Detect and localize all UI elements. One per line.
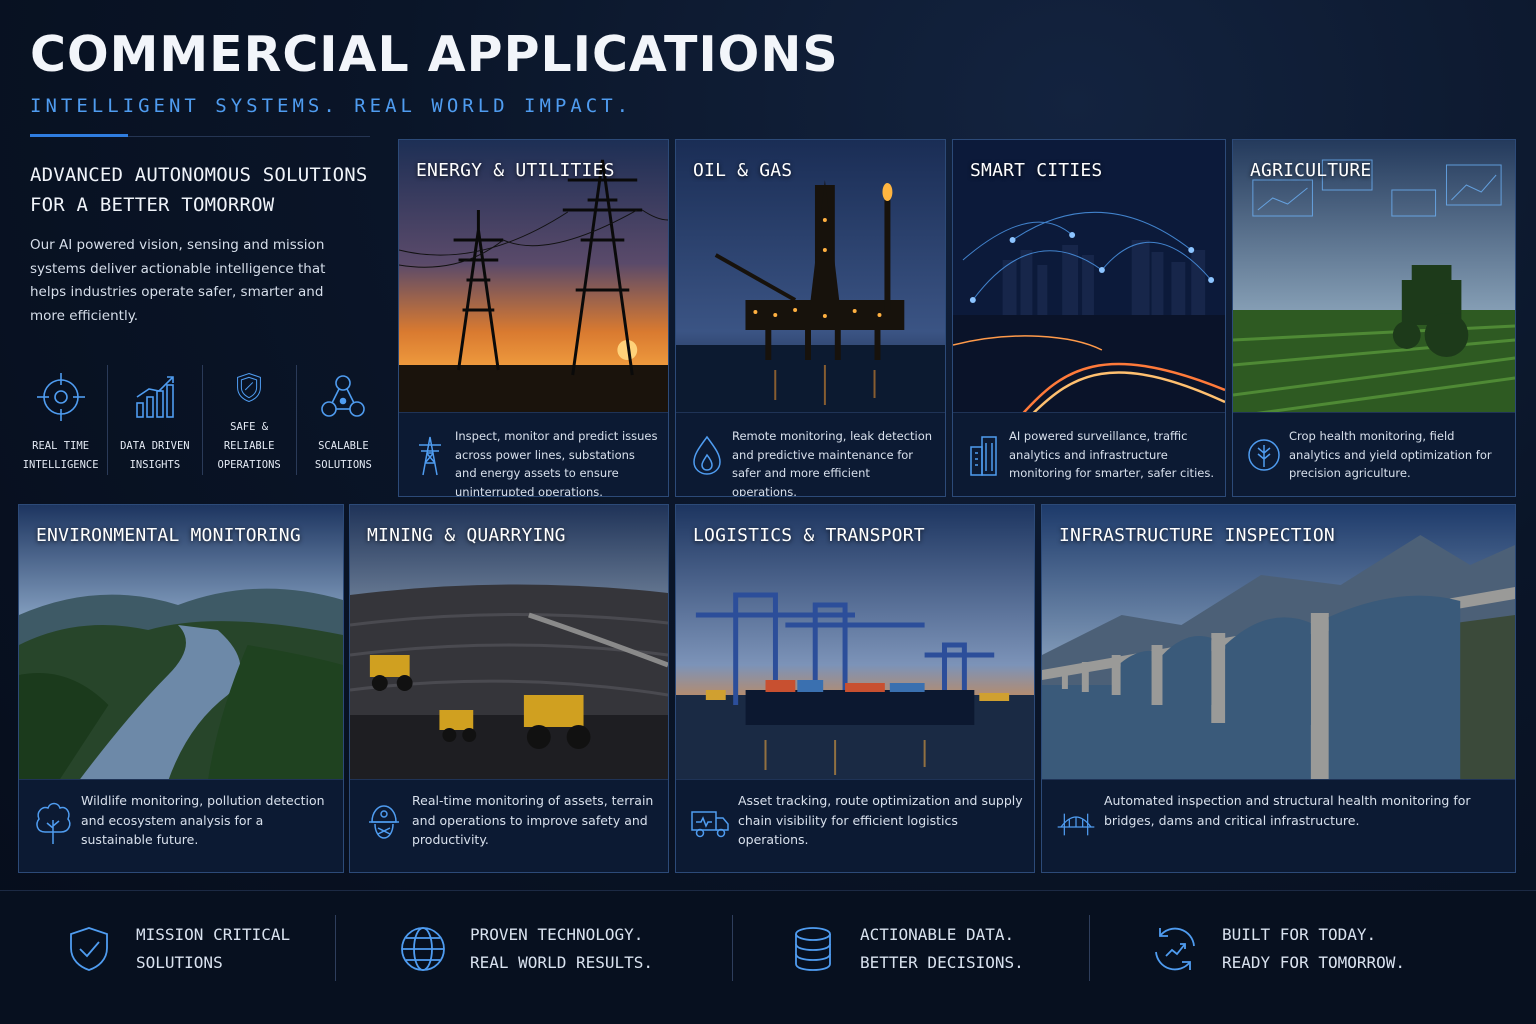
footer-text: ACTIONABLE DATA. BETTER DECISIONS. bbox=[860, 925, 1024, 972]
card-text: Crop health monitoring, field analytics … bbox=[1289, 429, 1492, 480]
leaf-icon bbox=[1247, 433, 1281, 477]
city-night-image bbox=[953, 140, 1225, 414]
feature-label: SAFE & RELIABLE OPERATIONS bbox=[217, 421, 281, 471]
card-energy-utilities[interactable]: ENERGY & UTILITIES Inspect, monitor and … bbox=[398, 139, 669, 497]
tree-icon bbox=[33, 798, 73, 846]
intro-text: Our AI powered vision, sensing and missi… bbox=[30, 237, 326, 324]
card-smart-cities[interactable]: SMART CITIES AI powered surveillance, tr… bbox=[952, 139, 1226, 497]
feature-label: DATA DRIVEN INSIGHTS bbox=[120, 440, 190, 471]
card-body: Automated inspection and structural heal… bbox=[1042, 779, 1515, 872]
card-title: MINING & QUARRYING bbox=[367, 525, 566, 546]
buildings-icon bbox=[967, 433, 1001, 477]
footer-item-actionable-data: ACTIONABLE DATA. BETTER DECISIONS. bbox=[788, 916, 1024, 982]
shield-icon bbox=[237, 373, 262, 402]
feature-real-time: REAL TIME INTELLIGENCE bbox=[14, 365, 109, 475]
card-title: AGRICULTURE bbox=[1250, 160, 1372, 181]
transmission-tower-icon bbox=[413, 433, 447, 477]
river-valley-image bbox=[19, 505, 343, 781]
card-infrastructure-inspection[interactable]: INFRASTRUCTURE INSPECTION Automated insp… bbox=[1041, 504, 1516, 873]
card-text: Real-time monitoring of assets, terrain … bbox=[412, 793, 654, 847]
card-body: Asset tracking, route optimization and s… bbox=[676, 779, 1034, 872]
card-agriculture[interactable]: AGRICULTURE Crop health monitoring, fiel… bbox=[1232, 139, 1516, 497]
footer-divider bbox=[732, 915, 733, 981]
card-text: Automated inspection and structural heal… bbox=[1104, 793, 1471, 828]
card-body: Real-time monitoring of assets, terrain … bbox=[350, 779, 668, 872]
crosshair-icon bbox=[36, 373, 85, 421]
card-environmental-monitoring[interactable]: ENVIRONMENTAL MONITORING Wildlife monito… bbox=[18, 504, 344, 873]
flame-drop-icon bbox=[690, 433, 724, 477]
bar-chart-icon bbox=[136, 376, 174, 418]
footer-item-proven-technology: PROVEN TECHNOLOGY. REAL WORLD RESULTS. bbox=[398, 916, 653, 982]
footer-text: BUILT FOR TODAY. READY FOR TOMORROW. bbox=[1222, 925, 1406, 972]
page-subtitle: INTELLIGENT SYSTEMS. REAL WORLD IMPACT. bbox=[30, 95, 633, 117]
footer-item-built-for-today: BUILT FOR TODAY. READY FOR TOMORROW. bbox=[1150, 916, 1405, 982]
footer-text: MISSION CRITICAL SOLUTIONS bbox=[136, 925, 291, 972]
card-title: OIL & GAS bbox=[693, 160, 793, 181]
shield-check-icon bbox=[70, 927, 108, 971]
refresh-growth-icon bbox=[1155, 927, 1195, 971]
feature-data-driven: DATA DRIVEN INSIGHTS bbox=[108, 365, 203, 475]
page-title: COMMERCIAL APPLICATIONS bbox=[30, 26, 839, 83]
bridge-image bbox=[1042, 505, 1515, 781]
feature-label: SCALABLE SOLUTIONS bbox=[314, 440, 372, 471]
truck-icon bbox=[690, 798, 730, 846]
card-title: SMART CITIES bbox=[970, 160, 1103, 181]
mining-helmet-icon bbox=[364, 798, 404, 846]
header: COMMERCIAL APPLICATIONS INTELLIGENT SYST… bbox=[30, 26, 839, 117]
footer-item-mission-critical: MISSION CRITICAL SOLUTIONS bbox=[64, 916, 290, 982]
database-icon bbox=[795, 927, 831, 971]
footer: MISSION CRITICAL SOLUTIONS PROVEN TECHNO… bbox=[0, 890, 1536, 1024]
intro-heading: ADVANCED AUTONOMOUS SOLUTIONS FOR A BETT… bbox=[30, 164, 368, 216]
card-title: ENERGY & UTILITIES bbox=[416, 160, 615, 181]
card-text: Inspect, monitor and predict issues acro… bbox=[455, 429, 658, 497]
card-oil-gas[interactable]: OIL & GAS Remote monitoring, leak detect… bbox=[675, 139, 946, 497]
card-body: Wildlife monitoring, pollution detection… bbox=[19, 779, 343, 872]
feature-scalable: SCALABLE SOLUTIONS bbox=[297, 365, 390, 475]
footer-text: PROVEN TECHNOLOGY. REAL WORLD RESULTS. bbox=[470, 925, 654, 972]
footer-divider bbox=[1089, 915, 1090, 981]
mining-trucks-image bbox=[350, 505, 668, 781]
divider-accent bbox=[30, 134, 128, 137]
card-title: LOGISTICS & TRANSPORT bbox=[693, 525, 925, 546]
port-cranes-image bbox=[676, 505, 1034, 781]
globe-icon bbox=[401, 927, 445, 971]
bridge-icon bbox=[1056, 798, 1096, 846]
footer-divider bbox=[335, 915, 336, 981]
card-mining-quarrying[interactable]: MINING & QUARRYING Real-time monitoring … bbox=[349, 504, 669, 873]
tractor-field-image bbox=[1233, 140, 1515, 414]
feature-safe-reliable: SAFE & RELIABLE OPERATIONS bbox=[203, 365, 297, 475]
card-logistics-transport[interactable]: LOGISTICS & TRANSPORT Asset tracking, ro… bbox=[675, 504, 1035, 873]
oil-rig-image bbox=[676, 140, 945, 414]
card-body: AI powered surveillance, traffic analyti… bbox=[953, 412, 1225, 496]
card-text: Asset tracking, route optimization and s… bbox=[738, 793, 1023, 847]
card-body: Crop health monitoring, field analytics … bbox=[1233, 412, 1515, 496]
card-body: Inspect, monitor and predict issues acro… bbox=[399, 412, 668, 496]
card-body: Remote monitoring, leak detection and pr… bbox=[676, 412, 945, 496]
power-lines-image bbox=[399, 140, 668, 414]
card-text: Remote monitoring, leak detection and pr… bbox=[732, 429, 933, 497]
card-title: ENVIRONMENTAL MONITORING bbox=[36, 525, 301, 546]
intro-section: ADVANCED AUTONOMOUS SOLUTIONS FOR A BETT… bbox=[30, 160, 375, 328]
card-title: INFRASTRUCTURE INSPECTION bbox=[1059, 525, 1335, 546]
card-text: Wildlife monitoring, pollution detection… bbox=[81, 793, 325, 847]
card-text: AI powered surveillance, traffic analyti… bbox=[1009, 429, 1214, 480]
network-icon bbox=[321, 375, 366, 417]
feature-list: REAL TIME INTELLIGENCE DATA DRIVEN INSIG… bbox=[14, 365, 390, 475]
feature-label: REAL TIME INTELLIGENCE bbox=[22, 440, 99, 471]
